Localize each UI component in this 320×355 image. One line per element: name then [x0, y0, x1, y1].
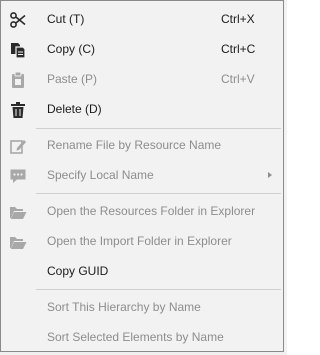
menu-item-label: Rename File by Resource Name: [47, 138, 222, 152]
menu-item-copy-guid[interactable]: Copy GUID: [2, 256, 282, 286]
menu-item-shortcut: Ctrl+V: [221, 72, 255, 86]
context-menu: Cut (T) Ctrl+X Copy (C) Ctrl+C Paste (P)…: [0, 0, 284, 352]
menu-separator: [36, 289, 281, 290]
submenu-arrow-icon: [268, 172, 272, 178]
menu-item-open-resources-folder[interactable]: Open the Resources Folder in Explorer: [2, 196, 282, 226]
menu-item-label: Open the Import Folder in Explorer: [47, 234, 232, 248]
menu-item-paste[interactable]: Paste (P) Ctrl+V: [2, 64, 282, 94]
menu-item-label: Open the Resources Folder in Explorer: [47, 204, 256, 218]
menu-item-label: Delete (D): [47, 102, 102, 116]
menu-item-copy[interactable]: Copy (C) Ctrl+C: [2, 34, 282, 64]
menu-item-label: Copy (C): [47, 42, 96, 56]
menu-item-label: Sort Selected Elements by Name: [47, 330, 224, 344]
menu-item-specify-local-name[interactable]: Specify Local Name: [2, 160, 282, 190]
menu-separator: [36, 128, 281, 129]
menu-item-cut[interactable]: Cut (T) Ctrl+X: [2, 4, 282, 34]
menu-separator: [36, 193, 281, 194]
menu-item-open-import-folder[interactable]: Open the Import Folder in Explorer: [2, 226, 282, 256]
copy-icon: [9, 40, 27, 59]
menu-item-label: Cut (T): [47, 12, 85, 26]
scissors-icon: [9, 10, 27, 28]
rename-icon: [9, 136, 27, 154]
background-window-edge: [284, 0, 287, 355]
menu-item-sort-selected[interactable]: Sort Selected Elements by Name: [2, 322, 282, 352]
folder-open-icon: [9, 202, 27, 220]
menu-item-label: Copy GUID: [47, 264, 109, 278]
menu-item-shortcut: Ctrl+X: [221, 12, 255, 26]
menu-item-label: Specify Local Name: [47, 168, 154, 182]
menu-item-sort-hierarchy[interactable]: Sort This Hierarchy by Name: [2, 292, 282, 322]
menu-item-delete[interactable]: Delete (D): [2, 94, 282, 124]
menu-item-rename-file[interactable]: Rename File by Resource Name: [2, 130, 282, 160]
comment-icon: [9, 166, 27, 184]
paste-icon: [9, 70, 27, 88]
trash-icon: [9, 100, 27, 118]
menu-item-shortcut: Ctrl+C: [221, 42, 256, 56]
menu-item-label: Paste (P): [47, 72, 98, 86]
folder-open-icon: [9, 232, 27, 250]
menu-item-label: Sort This Hierarchy by Name: [47, 300, 201, 314]
